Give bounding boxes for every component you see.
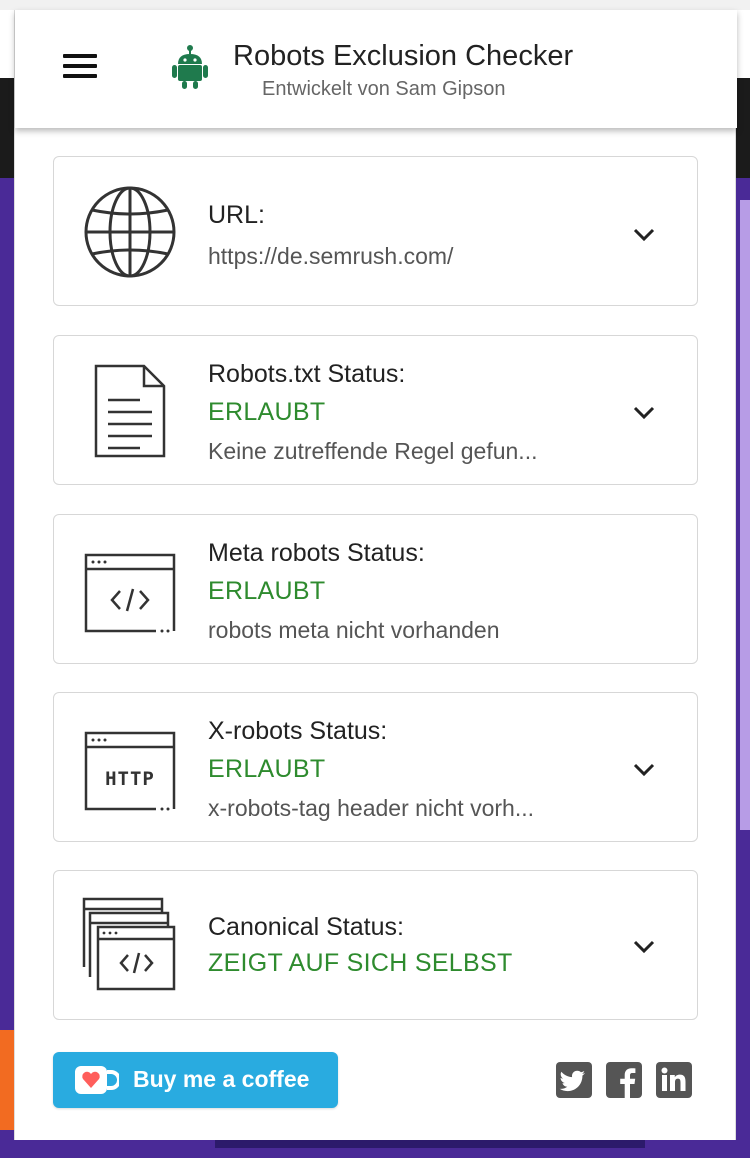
canonical-status: ZEIGT AUF SICH SELBST — [208, 949, 513, 977]
chevron-down-icon[interactable] — [632, 405, 656, 421]
robots-txt-label: Robots.txt Status: — [208, 360, 406, 388]
code-window-icon — [84, 553, 176, 633]
robots-txt-status: ERLAUBT — [208, 398, 326, 426]
app-title: Robots Exclusion Checker — [233, 40, 574, 72]
x-robots-status: ERLAUBT — [208, 755, 326, 783]
background-page-bottom-bar — [215, 1140, 645, 1148]
background-page-left — [0, 178, 14, 1158]
background-navbar-left — [0, 78, 14, 178]
robot-logo-icon — [172, 45, 208, 89]
x-robots-detail: x-robots-tag header nicht vorh... — [208, 795, 534, 821]
globe-icon — [84, 186, 176, 278]
robots-txt-detail: Keine zutreffende Regel gefun... — [208, 438, 538, 464]
svg-text:HTTP: HTTP — [105, 768, 155, 790]
background-page-orange — [0, 1030, 14, 1130]
linkedin-icon[interactable] — [656, 1062, 692, 1098]
http-window-icon: HTTP — [84, 731, 176, 811]
x-robots-label: X-robots Status: — [208, 717, 388, 745]
robots-txt-card[interactable]: Robots.txt Status: ERLAUBT Keine zutreff… — [53, 335, 698, 485]
background-page-accent — [740, 200, 750, 830]
document-icon — [94, 364, 166, 458]
twitter-icon[interactable] — [556, 1062, 592, 1098]
stacked-windows-icon — [82, 897, 176, 991]
hamburger-menu-icon[interactable] — [63, 54, 97, 82]
coffee-button-label: Buy me a coffee — [133, 1066, 310, 1092]
meta-robots-card[interactable]: Meta robots Status: ERLAUBT robots meta … — [53, 514, 698, 664]
canonical-label: Canonical Status: — [208, 913, 404, 941]
background-page-top — [0, 0, 750, 10]
popup-header: Robots Exclusion Checker Entwickelt von … — [15, 10, 737, 128]
meta-robots-status: ERLAUBT — [208, 577, 326, 605]
buy-me-a-coffee-button[interactable]: Buy me a coffee — [53, 1052, 338, 1108]
chevron-down-icon[interactable] — [632, 762, 656, 778]
x-robots-card[interactable]: HTTP X-robots Status: ERLAUBT x-robots-t… — [53, 692, 698, 842]
url-label: URL: — [208, 201, 265, 229]
canonical-card[interactable]: Canonical Status: ZEIGT AUF SICH SELBST — [53, 870, 698, 1020]
extension-popup: Robots Exclusion Checker Entwickelt von … — [14, 10, 737, 1140]
app-subtitle: Entwickelt von Sam Gipson — [262, 78, 506, 100]
url-card[interactable]: URL: https://de.semrush.com/ — [53, 156, 698, 306]
background-navbar-right — [736, 78, 750, 178]
facebook-icon[interactable] — [606, 1062, 642, 1098]
chevron-down-icon[interactable] — [632, 939, 656, 955]
meta-robots-label: Meta robots Status: — [208, 539, 425, 567]
coffee-cup-icon — [75, 1066, 119, 1094]
meta-robots-detail: robots meta nicht vorhanden — [208, 617, 500, 643]
url-value: https://de.semrush.com/ — [208, 243, 454, 269]
chevron-down-icon[interactable] — [632, 227, 656, 243]
